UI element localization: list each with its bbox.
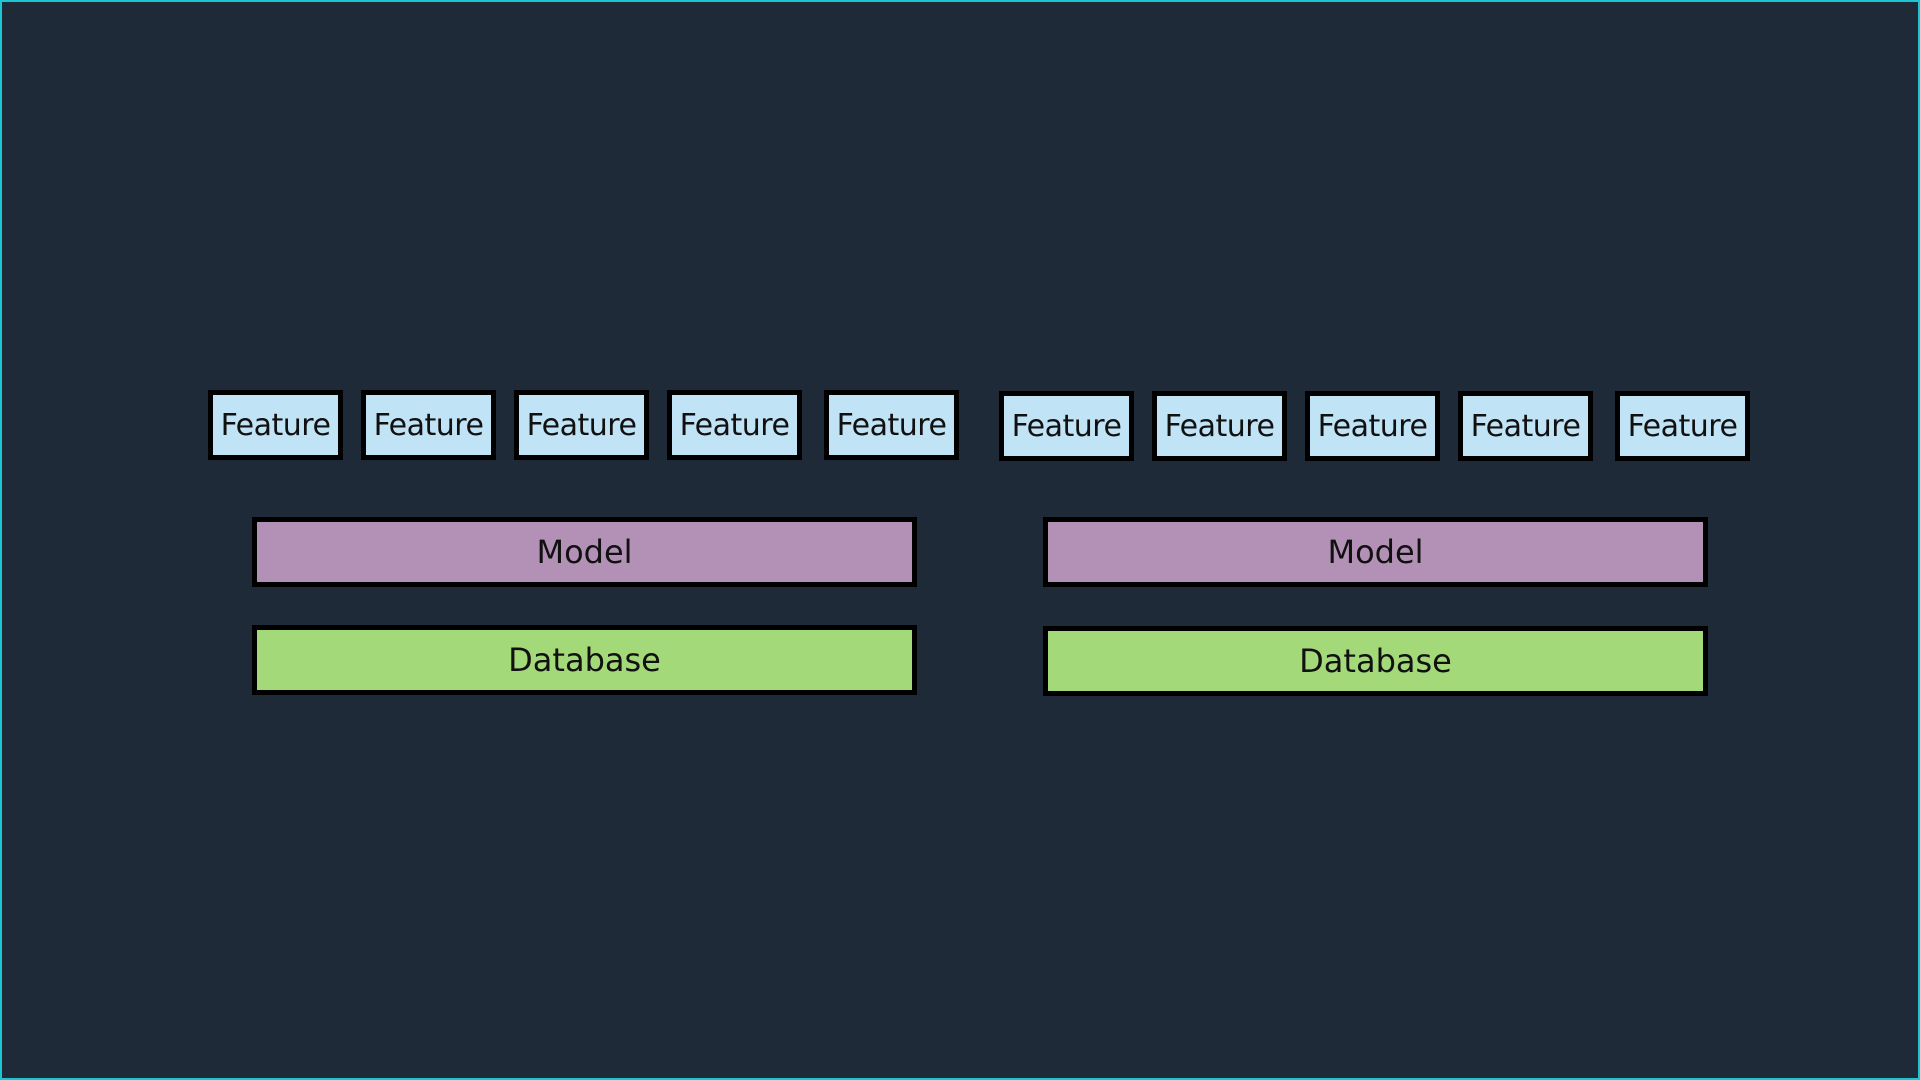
feature-box: Feature xyxy=(361,390,496,460)
model-box: Model xyxy=(1043,517,1708,587)
database-box: Database xyxy=(1043,626,1708,696)
feature-box: Feature xyxy=(824,390,959,460)
feature-box: Feature xyxy=(667,390,802,460)
feature-box: Feature xyxy=(1615,391,1750,461)
feature-box: Feature xyxy=(208,390,343,460)
feature-box: Feature xyxy=(1305,391,1440,461)
feature-box: Feature xyxy=(514,390,649,460)
feature-box: Feature xyxy=(1152,391,1287,461)
diagram-canvas: Feature Feature Feature Feature Feature … xyxy=(0,0,1920,1080)
model-box: Model xyxy=(252,517,917,587)
database-box: Database xyxy=(252,625,917,695)
feature-box: Feature xyxy=(999,391,1134,461)
feature-box: Feature xyxy=(1458,391,1593,461)
